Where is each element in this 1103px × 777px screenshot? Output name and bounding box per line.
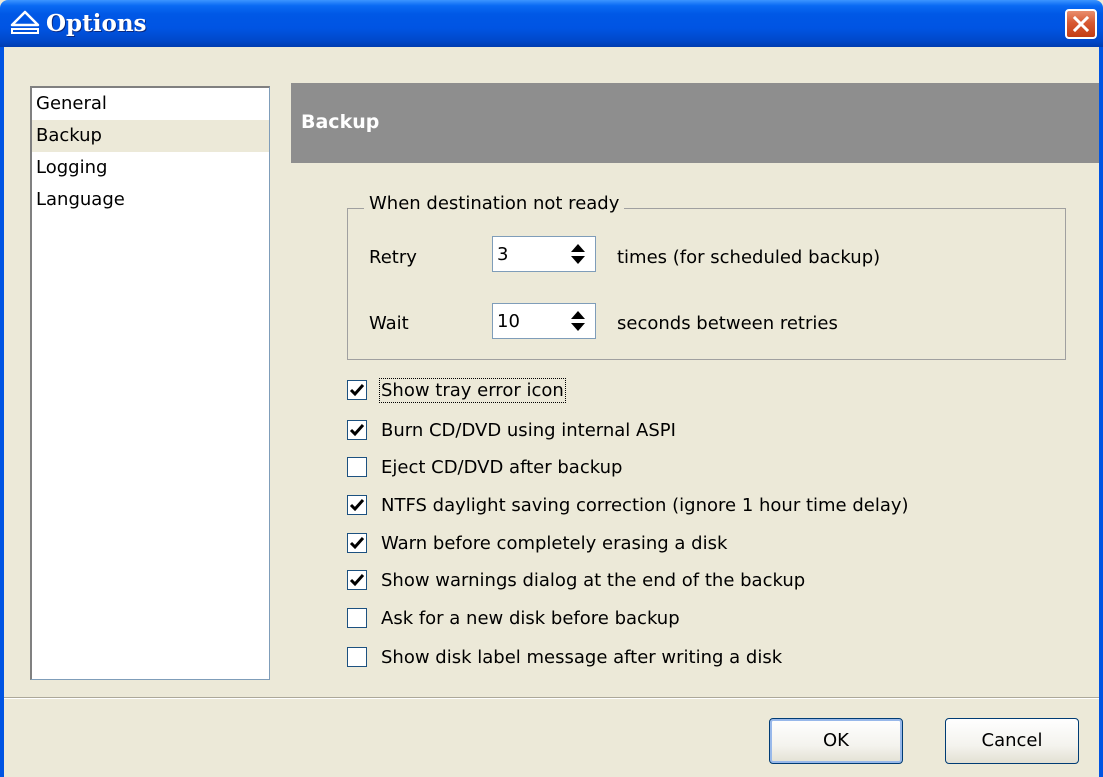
checkbox-label: Show warnings dialog at the end of the b… [381,569,806,591]
title-bar[interactable]: Options [0,0,1103,47]
window-title: Options [46,10,147,37]
spin-arrows-icon[interactable] [565,240,591,268]
checkmark-icon [349,424,365,437]
nav-item-backup[interactable]: Backup [32,120,269,152]
checkbox-ask-new-disk[interactable]: Ask for a new disk before backup [347,604,680,632]
nav-item-language[interactable]: Language [32,184,269,216]
checkmark-icon [349,574,365,587]
section-title: Backup [301,111,380,133]
retry-input[interactable] [495,241,565,267]
checkbox-eject-after-backup[interactable]: Eject CD/DVD after backup [347,453,622,481]
checkmark-icon [349,384,365,397]
close-icon [1072,15,1090,33]
close-button[interactable] [1065,9,1097,39]
checkbox-warnings-dialog[interactable]: Show warnings dialog at the end of the b… [347,566,805,594]
ok-button[interactable]: OK [769,718,903,764]
checkbox-box[interactable] [347,570,367,590]
wait-suffix: seconds between retries [617,313,838,334]
checkbox-box[interactable] [347,380,367,400]
checkbox-label: Burn CD/DVD using internal ASPI [381,419,676,441]
wait-label: Wait [369,313,409,334]
checkbox-box[interactable] [347,457,367,477]
checkbox-box[interactable] [347,608,367,628]
checkbox-box[interactable] [347,495,367,515]
checkbox-ntfs-daylight[interactable]: NTFS daylight saving correction (ignore … [347,491,909,519]
checkbox-label: Ask for a new disk before backup [381,607,680,629]
checkbox-label: NTFS daylight saving correction (ignore … [381,494,909,516]
checkbox-disk-label-message[interactable]: Show disk label message after writing a … [347,643,782,671]
checkbox-label: Eject CD/DVD after backup [381,456,623,478]
checkbox-box[interactable] [347,647,367,667]
checkbox-box[interactable] [347,533,367,553]
section-header: Backup [291,83,1099,163]
checkbox-burn-aspi[interactable]: Burn CD/DVD using internal ASPI [347,416,676,444]
retry-label: Retry [369,247,417,268]
checkbox-box[interactable] [347,420,367,440]
nav-item-logging[interactable]: Logging [32,152,269,184]
destination-groupbox: When destination not ready Retry times (… [347,193,1066,360]
cancel-button[interactable]: Cancel [945,718,1079,764]
groupbox-legend: When destination not ready [364,193,625,214]
checkbox-label: Show disk label message after writing a … [381,646,783,668]
spin-arrows-icon[interactable] [565,307,591,335]
eject-icon [10,10,40,36]
checkmark-icon [349,537,365,550]
retry-suffix: times (for scheduled backup) [617,247,881,268]
checkbox-label: Warn before completely erasing a disk [381,532,728,554]
checkbox-warn-erase[interactable]: Warn before completely erasing a disk [347,529,727,557]
wait-input[interactable] [495,308,565,334]
window-frame-left [0,47,4,777]
window-frame-right [1099,47,1103,777]
checkbox-label: Show tray error icon [379,377,566,403]
category-list[interactable]: General Backup Logging Language [30,86,270,680]
checkmark-icon [349,499,365,512]
footer-divider [4,697,1099,699]
checkbox-show-tray-error-icon[interactable]: Show tray error icon [347,376,566,404]
nav-item-general[interactable]: General [32,88,269,120]
retry-spinner[interactable] [492,236,596,272]
wait-spinner[interactable] [492,303,596,339]
